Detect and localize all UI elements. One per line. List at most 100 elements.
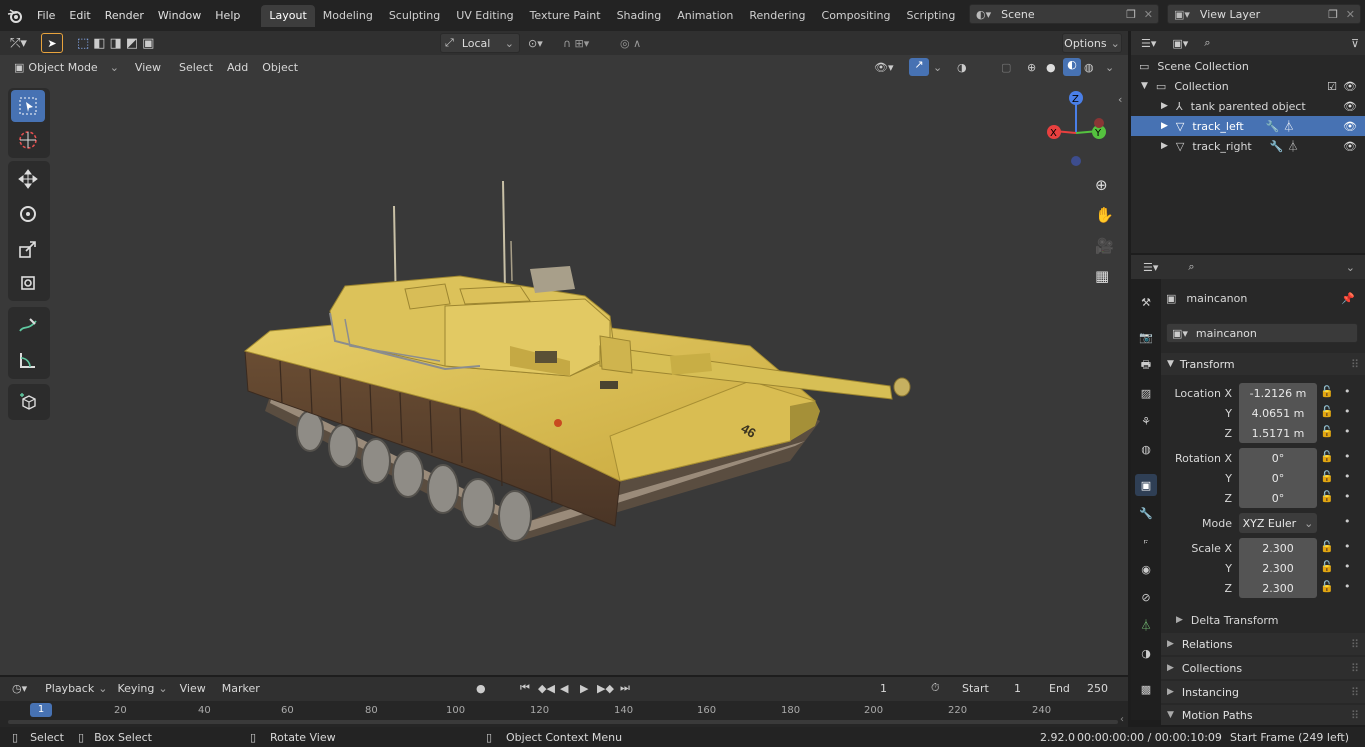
select-subtract-icon[interactable]: ◨: [110, 36, 122, 51]
scene-selector[interactable]: ◐▾ Scene ❐ ✕: [969, 4, 1159, 24]
perspective-grid-icon[interactable]: ▦: [1095, 267, 1109, 285]
delta-transform-subpanel[interactable]: ▶ Delta Transform: [1176, 610, 1278, 630]
keyframe-dot-icon[interactable]: •: [1344, 515, 1351, 528]
timeline-ruler[interactable]: 1 20 40 60 80 100 120 140 160 180 200 22…: [0, 701, 1128, 727]
current-frame-field[interactable]: 1: [880, 682, 887, 695]
editor-type-icon[interactable]: ◷▾: [12, 682, 27, 695]
transform-orientation-dropdown[interactable]: ⤢ Local ⌄: [440, 33, 520, 53]
rendered-shading-icon[interactable]: ◍: [1084, 61, 1094, 74]
outliner-scene-collection[interactable]: ▭ Scene Collection: [1131, 56, 1365, 76]
zoom-icon[interactable]: ⊕: [1095, 176, 1108, 194]
scale-z-field[interactable]: 2.300: [1239, 578, 1317, 598]
lock-icon[interactable]: 🔓: [1320, 490, 1334, 503]
snap-icon[interactable]: ∩ ⊞▾: [563, 37, 589, 50]
output-tab-icon[interactable]: 🖶: [1135, 354, 1157, 376]
scale-y-field[interactable]: 2.300: [1239, 558, 1317, 578]
keyframe-dot-icon[interactable]: •: [1344, 580, 1351, 593]
collapse-sidebar-icon[interactable]: ‹: [1118, 93, 1122, 106]
view-layer-tab-icon[interactable]: ▨: [1135, 382, 1157, 404]
keyframe-dot-icon[interactable]: •: [1344, 450, 1351, 463]
transform-tool[interactable]: [11, 267, 45, 299]
lock-icon[interactable]: 🔓: [1320, 405, 1334, 418]
menu-render[interactable]: Render: [98, 5, 151, 27]
tab-layout[interactable]: Layout: [261, 4, 315, 27]
play-reverse-icon[interactable]: ◀: [560, 682, 568, 695]
rotation-y-field[interactable]: 0°: [1239, 468, 1317, 488]
pin-icon[interactable]: 📌: [1341, 292, 1355, 305]
object-datablock-field[interactable]: ▣▾ maincanon: [1166, 323, 1358, 343]
menu-marker[interactable]: Marker: [222, 682, 260, 695]
lock-icon[interactable]: 🔓: [1320, 580, 1334, 593]
constraints-tab-icon[interactable]: ⊘: [1135, 586, 1157, 608]
tab-animation[interactable]: Animation: [669, 5, 741, 27]
wireframe-shading-icon[interactable]: ⊕: [1027, 61, 1036, 74]
close-scene-icon[interactable]: ✕: [1144, 8, 1153, 21]
lock-icon[interactable]: 🔓: [1320, 540, 1334, 553]
keyframe-dot-icon[interactable]: •: [1344, 560, 1351, 573]
chevron-down-icon[interactable]: ⌄: [1346, 261, 1355, 274]
menu-window[interactable]: Window: [151, 5, 208, 27]
scale-tool[interactable]: [11, 233, 45, 265]
menu-edit[interactable]: Edit: [62, 5, 97, 27]
menu-file[interactable]: File: [30, 5, 62, 27]
lock-icon[interactable]: 🔓: [1320, 560, 1334, 573]
mesh-data-icon[interactable]: ⏃: [1283, 118, 1294, 134]
tab-texture-paint[interactable]: Texture Paint: [522, 5, 609, 27]
tab-shading[interactable]: Shading: [609, 5, 670, 27]
drag-handle-icon[interactable]: ⠿: [1351, 709, 1359, 722]
pan-hand-icon[interactable]: ✋: [1095, 206, 1114, 224]
collapse-sidebar-icon[interactable]: ‹: [1120, 714, 1124, 725]
rotation-mode-dropdown[interactable]: XYZ Euler ⌄: [1239, 513, 1317, 533]
outliner-collection[interactable]: ▼ ▭ Collection ☑ 👁: [1131, 76, 1365, 96]
eye-icon[interactable]: 👁: [1343, 140, 1357, 153]
lock-icon[interactable]: 🔓: [1320, 425, 1334, 438]
menu-playback[interactable]: Playback: [45, 682, 94, 695]
pivot-point-icon[interactable]: ⊙▾: [528, 37, 543, 50]
proportional-edit-icon[interactable]: ◎ ∧: [620, 37, 641, 50]
measure-tool[interactable]: [11, 344, 45, 376]
modifier-tab-icon[interactable]: 🔧: [1135, 502, 1157, 524]
add-cube-tool[interactable]: [11, 386, 45, 418]
location-y-field[interactable]: 4.0651 m: [1239, 403, 1317, 423]
select-invert-icon[interactable]: ◩: [126, 36, 138, 51]
render-tab-icon[interactable]: 📷: [1135, 326, 1157, 348]
stopwatch-icon[interactable]: ⏱: [931, 681, 940, 695]
motion-paths-panel-header[interactable]: ▼ Motion Paths ⠿: [1161, 705, 1365, 725]
object-mode-dropdown[interactable]: Object Mode: [28, 61, 97, 74]
display-mode-icon[interactable]: ▣▾: [1172, 37, 1188, 50]
drag-handle-icon[interactable]: ⠿: [1351, 638, 1359, 651]
drag-handle-icon[interactable]: ⠿: [1351, 686, 1359, 699]
next-keyframe-icon[interactable]: ▶◆: [597, 682, 614, 695]
copy-scene-icon[interactable]: ❐: [1126, 8, 1136, 21]
close-view-layer-icon[interactable]: ✕: [1346, 8, 1355, 21]
scene-tab-icon[interactable]: ⚘: [1135, 410, 1157, 432]
material-shading-icon[interactable]: ◐: [1063, 58, 1081, 76]
search-icon[interactable]: ⌕: [1204, 36, 1210, 50]
checkbox-icon[interactable]: ☑: [1327, 80, 1337, 93]
collections-panel-header[interactable]: ▶ Collections ⠿: [1161, 657, 1365, 679]
lock-icon[interactable]: 🔓: [1320, 385, 1334, 398]
blender-logo-icon[interactable]: [0, 8, 30, 24]
select-tool-icon[interactable]: ➤: [40, 33, 63, 53]
tank-model[interactable]: 46: [230, 141, 920, 561]
outliner-item-selected[interactable]: ▶ ▽ track_left 🔧 ⏃ 👁: [1131, 116, 1365, 136]
timeline-scrollbar[interactable]: [8, 720, 1118, 724]
rotate-tool[interactable]: [11, 198, 45, 230]
overlays-icon[interactable]: ◑: [957, 61, 967, 74]
particles-tab-icon[interactable]: ⟔: [1135, 530, 1157, 552]
playhead-frame-box[interactable]: 1: [30, 703, 52, 717]
jump-start-icon[interactable]: ⏮: [520, 681, 530, 695]
menu-keying[interactable]: Keying: [117, 682, 154, 695]
instancing-panel-header[interactable]: ▶ Instancing ⠿: [1161, 681, 1365, 703]
lock-icon[interactable]: 🔓: [1320, 470, 1334, 483]
view-layer-selector[interactable]: ▣▾ View Layer ❐ ✕: [1167, 4, 1361, 24]
texture-tab-icon[interactable]: ▩: [1135, 678, 1157, 700]
keyframe-dot-icon[interactable]: •: [1344, 470, 1351, 483]
menu-object[interactable]: Object: [262, 61, 298, 74]
editor-type-icon[interactable]: ☰▾: [1143, 261, 1158, 274]
select-intersect-icon[interactable]: ▣: [142, 36, 154, 51]
rotation-x-field[interactable]: 0°: [1239, 448, 1317, 468]
copy-view-layer-icon[interactable]: ❐: [1328, 8, 1338, 21]
xray-icon[interactable]: ▢: [1001, 61, 1011, 74]
rotation-z-field[interactable]: 0°: [1239, 488, 1317, 508]
